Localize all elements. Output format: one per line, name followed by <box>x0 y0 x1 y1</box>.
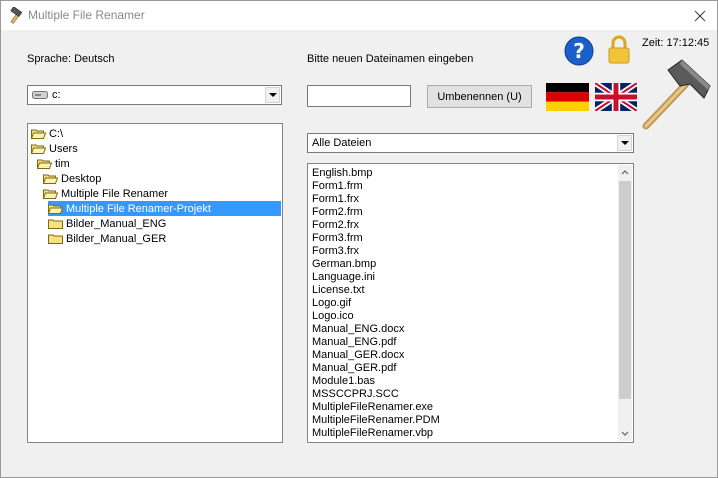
chevron-down-icon <box>268 93 277 97</box>
file-list-items: English.bmp Form1.frm Form1.frx Form2.frm Fo… <box>312 167 440 440</box>
hammer-icon <box>10 7 23 24</box>
tree-item[interactable]: Multiple File Renamer <box>43 186 168 201</box>
file-list-item[interactable]: Logo.ico <box>312 310 440 323</box>
close-button[interactable] <box>683 1 717 30</box>
question-icon[interactable]: ? <box>564 36 594 66</box>
file-list-item[interactable]: English.bmp <box>312 167 440 180</box>
open-folder-icon <box>31 144 46 154</box>
file-list-item[interactable]: Manual_ENG.pdf <box>312 336 440 349</box>
rename-button[interactable]: Umbenennen (U) <box>427 85 532 108</box>
tree-item[interactable]: Bilder_Manual_ENG <box>48 216 166 231</box>
lock-icon[interactable] <box>607 35 631 65</box>
folder-tree[interactable]: C:\ Users tim Desktop Multiple File Renamer M… <box>27 123 283 443</box>
close-icon <box>694 10 706 21</box>
window-title: Multiple File Renamer <box>28 8 145 22</box>
file-list-item[interactable]: MultipleFileRenamer.exe <box>312 401 440 414</box>
file-list-item[interactable]: MultipleFileRenamer.PDM <box>312 414 440 427</box>
file-list-item[interactable]: Form1.frx <box>312 193 440 206</box>
german-flag-icon[interactable] <box>546 83 589 111</box>
folder-icon <box>48 219 63 229</box>
tree-item[interactable]: Multiple File Renamer-Projekt <box>48 201 281 216</box>
folder-icon <box>48 234 63 244</box>
tree-item-label: tim <box>55 157 70 170</box>
clock-text: Zeit: 17:12:45 <box>642 37 710 49</box>
drive-value: c: <box>52 89 61 101</box>
file-filter-select[interactable]: Alle Dateien <box>307 133 634 153</box>
file-list[interactable]: English.bmp Form1.frm Form1.frx Form2.frm Fo… <box>307 163 634 443</box>
file-list-item[interactable]: Module1.bas <box>312 375 440 388</box>
file-list-item[interactable]: Language.ini <box>312 271 440 284</box>
tree-item[interactable]: Users <box>31 141 78 156</box>
tree-item-label: C:\ <box>49 127 64 140</box>
title-bar: Multiple File Renamer <box>1 1 717 30</box>
file-filter-value: Alle Dateien <box>312 137 372 149</box>
file-list-item[interactable]: Form3.frx <box>312 245 440 258</box>
tree-item[interactable]: C:\ <box>31 126 63 141</box>
open-folder-icon <box>43 189 58 199</box>
chevron-down-icon <box>620 141 629 145</box>
file-list-item[interactable]: Form3.frm <box>312 232 440 245</box>
hammer-logo-icon <box>642 59 711 130</box>
tree-item-label: Desktop <box>61 172 102 185</box>
drive-select[interactable]: c: <box>27 85 282 105</box>
tree-item-label: Bilder_Manual_GER <box>66 232 167 245</box>
file-list-item[interactable]: Form1.frm <box>312 180 440 193</box>
file-list-item[interactable]: German.bmp <box>312 258 440 271</box>
drive-icon <box>32 91 48 99</box>
tree-item-label: Bilder_Manual_ENG <box>66 217 167 230</box>
svg-text:?: ? <box>573 39 585 63</box>
uk-flag-icon[interactable] <box>595 83 637 111</box>
chevron-up-icon <box>621 170 629 175</box>
tree-item[interactable]: Desktop <box>43 171 101 186</box>
file-list-item[interactable]: License.txt <box>312 284 440 297</box>
tree-item-label: Users <box>49 142 78 155</box>
filter-dropdown-button[interactable] <box>617 135 632 151</box>
file-list-item[interactable]: Form2.frm <box>312 206 440 219</box>
language-label: Sprache: Deutsch <box>27 53 115 65</box>
file-list-item[interactable]: Manual_GER.pdf <box>312 362 440 375</box>
tree-item[interactable]: tim <box>37 156 70 171</box>
scroll-down-button[interactable] <box>618 427 632 441</box>
tree-item[interactable]: Bilder_Manual_GER <box>48 231 166 246</box>
filename-input[interactable] <box>307 85 411 107</box>
file-list-item[interactable]: MultipleFileRenamer.vbp <box>312 427 440 440</box>
open-folder-icon <box>31 129 46 139</box>
file-list-item[interactable]: Logo.gif <box>312 297 440 310</box>
chevron-down-icon <box>621 431 629 436</box>
tree-item-label: Multiple File Renamer-Projekt <box>66 202 211 215</box>
file-list-item[interactable]: Form2.frx <box>312 219 440 232</box>
open-folder-icon <box>48 204 63 214</box>
rename-prompt-label: Bitte neuen Dateinamen eingeben <box>307 53 474 65</box>
file-list-item[interactable]: MSSCCPRJ.SCC <box>312 388 440 401</box>
tree-item-label: Multiple File Renamer <box>61 187 168 200</box>
drive-dropdown-button[interactable] <box>265 87 280 103</box>
open-folder-icon <box>43 174 58 184</box>
scroll-up-button[interactable] <box>618 165 632 179</box>
file-list-item[interactable]: Manual_GER.docx <box>312 349 440 362</box>
file-list-scrollbar[interactable] <box>618 165 632 441</box>
file-list-item[interactable]: Manual_ENG.docx <box>312 323 440 336</box>
open-folder-icon <box>37 159 52 169</box>
app-window: Multiple File Renamer Sprache: Deutsch B… <box>0 0 718 478</box>
scroll-thumb[interactable] <box>619 181 631 399</box>
